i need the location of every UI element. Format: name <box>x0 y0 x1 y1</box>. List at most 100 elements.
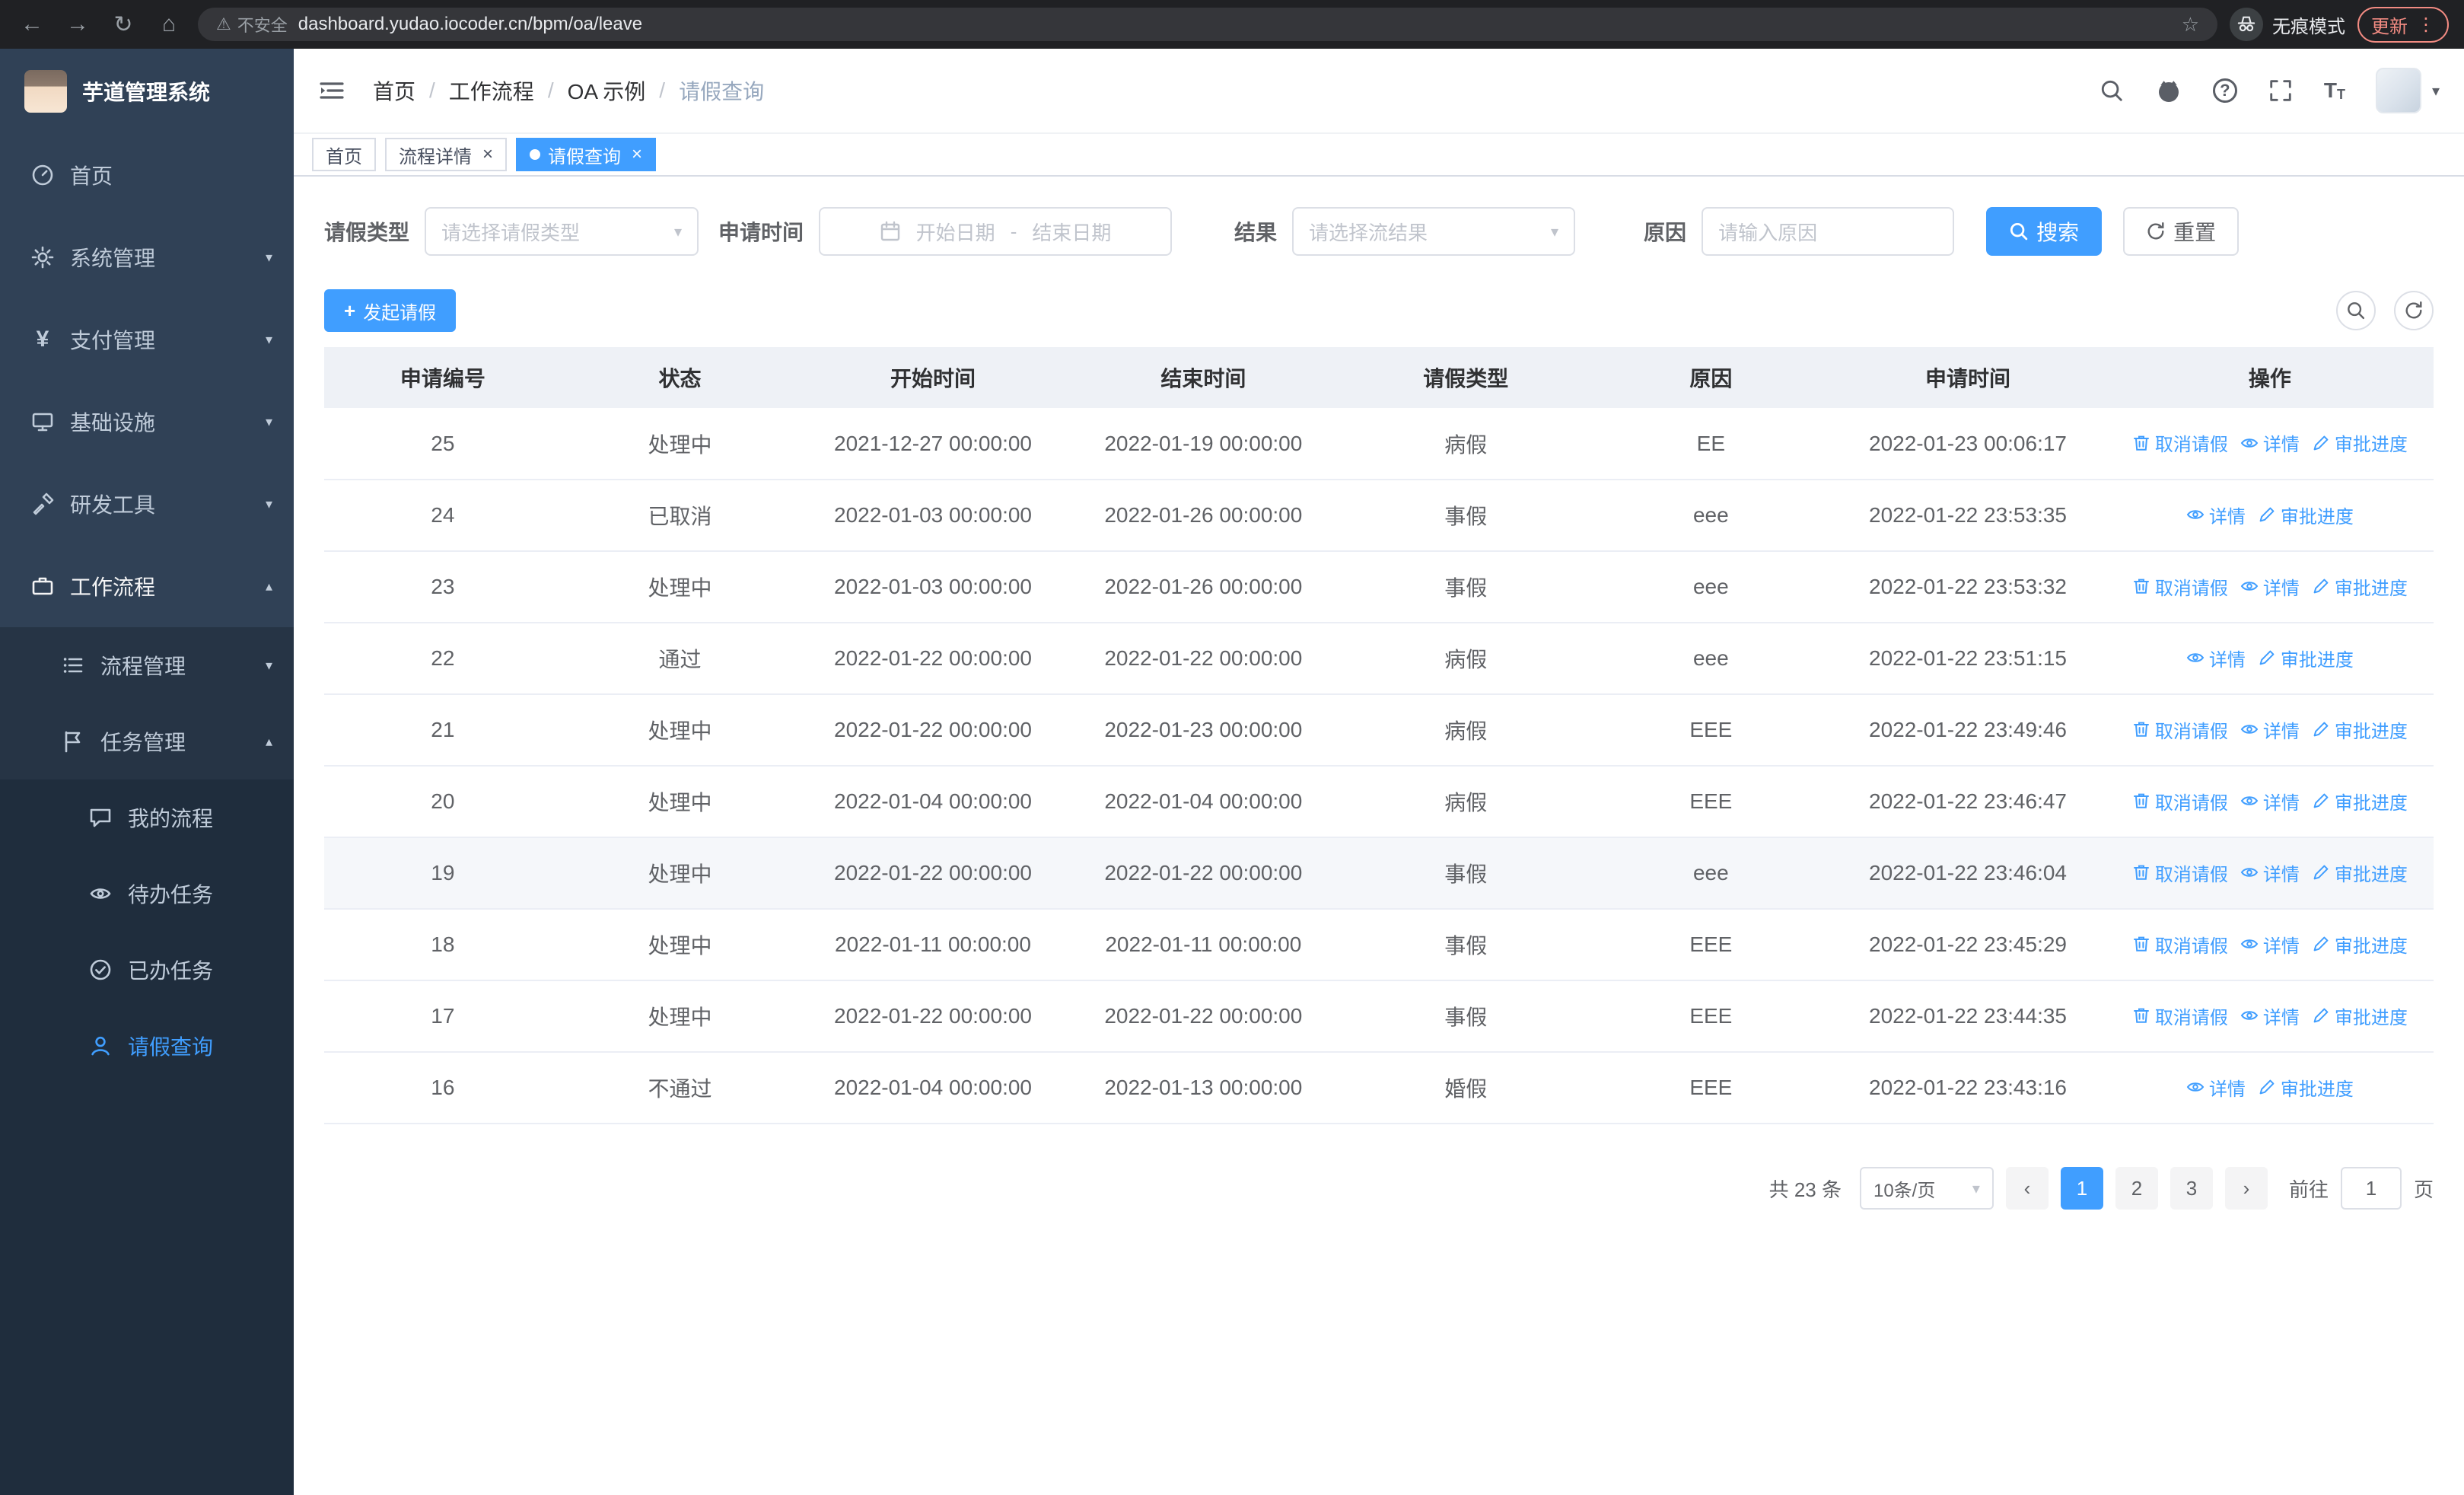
sidebar-item-workflow[interactable]: 工作流程 ▴ <box>0 545 294 627</box>
reload-button[interactable]: ↻ <box>107 8 140 41</box>
progress-link[interactable]: 审批进度 <box>2312 859 2408 886</box>
page-size-select[interactable]: 10条/页 ▾ <box>1859 1167 1994 1210</box>
sidebar-item-task-mgmt[interactable]: 任务管理 ▴ <box>0 703 294 779</box>
progress-link[interactable]: 审批进度 <box>2258 645 2354 671</box>
progress-link[interactable]: 审批进度 <box>2312 429 2408 456</box>
progress-link[interactable]: 审批进度 <box>2312 931 2408 958</box>
cell-id: 17 <box>324 980 562 1053</box>
sidebar-item-todo-task[interactable]: 待办任务 <box>0 856 294 932</box>
progress-link[interactable]: 审批进度 <box>2312 788 2408 814</box>
detail-link[interactable]: 详情 <box>2240 931 2300 958</box>
page-button-2[interactable]: 2 <box>2115 1167 2158 1210</box>
cancel-link[interactable]: 取消请假 <box>2132 573 2228 600</box>
reason-input[interactable]: 请输入原因 <box>1702 207 1955 256</box>
cancel-link[interactable]: 取消请假 <box>2132 429 2228 456</box>
progress-link[interactable]: 审批进度 <box>2258 1074 2354 1101</box>
cell-reason: EEE <box>1592 909 1830 981</box>
sidebar-item-process-mgmt[interactable]: 流程管理 ▾ <box>0 627 294 703</box>
tab-process-detail[interactable]: 流程详情 × <box>385 138 508 171</box>
breadcrumb-item[interactable]: 首页 <box>373 75 415 106</box>
search-icon <box>2010 222 2028 241</box>
tab-home[interactable]: 首页 <box>312 138 376 171</box>
search-button[interactable]: 搜索 <box>1986 207 2103 256</box>
date-range-picker[interactable]: 开始日期 - 结束日期 <box>819 207 1173 256</box>
result-select[interactable]: 请选择流结果 ▾ <box>1292 207 1576 256</box>
cancel-link[interactable]: 取消请假 <box>2132 1003 2228 1029</box>
app-frame: 芋道管理系统 首页 系统管理 ▾ ¥ 支付管理 ▾ 基础设施 ▾ 研发工具 ▾ … <box>0 49 2464 1495</box>
header-search-button[interactable] <box>2099 78 2125 104</box>
cell-start-time: 2022-01-22 00:00:00 <box>798 837 1068 910</box>
reset-button[interactable]: 重置 <box>2123 207 2240 256</box>
page-button-1[interactable]: 1 <box>2060 1167 2103 1210</box>
detail-link[interactable]: 详情 <box>2240 429 2300 456</box>
progress-link[interactable]: 审批进度 <box>2312 716 2408 743</box>
cell-start-time: 2022-01-22 00:00:00 <box>798 980 1068 1053</box>
cell-id: 16 <box>324 1052 562 1124</box>
cancel-link[interactable]: 取消请假 <box>2132 788 2228 814</box>
cancel-link[interactable]: 取消请假 <box>2132 859 2228 886</box>
toggle-search-button[interactable] <box>2336 291 2376 330</box>
sidebar-item-leave-query[interactable]: 请假查询 <box>0 1008 294 1084</box>
sidebar-item-devtools[interactable]: 研发工具 ▾ <box>0 463 294 545</box>
address-bar[interactable]: ⚠ 不安全 dashboard.yudao.iocoder.cn/bpm/oa/… <box>198 8 2217 41</box>
breadcrumb-item[interactable]: 工作流程 <box>449 75 534 106</box>
sidebar-collapse-button[interactable] <box>318 77 345 104</box>
detail-link[interactable]: 详情 <box>2240 1003 2300 1029</box>
eye-icon <box>2240 1011 2259 1021</box>
bookmark-star-icon[interactable]: ☆ <box>2182 13 2199 37</box>
delete-icon <box>2133 722 2149 738</box>
sidebar-item-done-task[interactable]: 已办任务 <box>0 932 294 1008</box>
breadcrumb-item[interactable]: OA 示例 <box>568 75 646 106</box>
forward-button[interactable]: → <box>61 8 94 41</box>
sidebar-item-infra[interactable]: 基础设施 ▾ <box>0 381 294 463</box>
page-button-3[interactable]: 3 <box>2170 1167 2213 1210</box>
home-button[interactable]: ⌂ <box>152 8 186 41</box>
start-date-placeholder: 开始日期 <box>915 221 995 244</box>
page-size-value: 10条/页 <box>1873 1180 1936 1201</box>
sidebar-item-my-process[interactable]: 我的流程 <box>0 779 294 856</box>
fullscreen-button[interactable] <box>2268 78 2294 104</box>
close-icon[interactable]: × <box>482 144 493 165</box>
app-title: 芋道管理系统 <box>82 81 211 104</box>
security-warning[interactable]: ⚠ 不安全 <box>216 12 288 37</box>
browser-update-button[interactable]: 更新 ⋮ <box>2357 6 2449 43</box>
sidebar-item-home[interactable]: 首页 <box>0 134 294 216</box>
browser-menu-icon[interactable]: ⋮ <box>2417 14 2435 36</box>
progress-link[interactable]: 审批进度 <box>2312 573 2408 600</box>
create-leave-button[interactable]: + 发起请假 <box>324 289 457 332</box>
search-icon <box>2101 80 2122 101</box>
help-button[interactable]: ? <box>2212 78 2237 103</box>
eye-icon <box>2240 868 2259 878</box>
cell-start-time: 2022-01-04 00:00:00 <box>798 1052 1068 1124</box>
prev-page-button[interactable]: ‹ <box>2005 1167 2049 1210</box>
detail-link[interactable]: 详情 <box>2186 1074 2246 1101</box>
user-menu[interactable]: ▾ <box>2375 68 2440 113</box>
cell-apply-time: 2022-01-22 23:49:46 <box>1829 694 2106 767</box>
leave-type-select[interactable]: 请选择请假类型 ▾ <box>425 207 699 256</box>
next-page-button[interactable]: › <box>2224 1167 2268 1210</box>
detail-link[interactable]: 详情 <box>2186 645 2246 671</box>
detail-link[interactable]: 详情 <box>2240 788 2300 814</box>
goto-page-input[interactable] <box>2340 1167 2402 1210</box>
github-button[interactable] <box>2155 77 2182 104</box>
cell-id: 22 <box>324 623 562 695</box>
detail-link[interactable]: 详情 <box>2240 573 2300 600</box>
cancel-link[interactable]: 取消请假 <box>2132 931 2228 958</box>
cancel-link[interactable]: 取消请假 <box>2132 716 2228 743</box>
close-icon[interactable]: × <box>632 144 642 165</box>
edit-icon <box>2313 936 2329 952</box>
detail-link[interactable]: 详情 <box>2240 859 2300 886</box>
sidebar-item-payment[interactable]: ¥ 支付管理 ▾ <box>0 298 294 381</box>
sidebar-item-label: 支付管理 <box>70 329 156 352</box>
progress-link[interactable]: 审批进度 <box>2258 502 2354 528</box>
tab-leave-query[interactable]: 请假查询 × <box>516 138 657 171</box>
detail-link[interactable]: 详情 <box>2240 716 2300 743</box>
sidebar-item-system[interactable]: 系统管理 ▾ <box>0 216 294 298</box>
progress-link[interactable]: 审批进度 <box>2312 1003 2408 1029</box>
detail-link[interactable]: 详情 <box>2186 502 2246 528</box>
table-row: 23 处理中 2022-01-03 00:00:00 2022-01-26 00:00… <box>324 551 2434 623</box>
refresh-table-button[interactable] <box>2394 291 2434 330</box>
back-button[interactable]: ← <box>15 8 49 41</box>
font-size-button[interactable]: TT <box>2324 78 2345 103</box>
edit-icon <box>2313 793 2329 808</box>
